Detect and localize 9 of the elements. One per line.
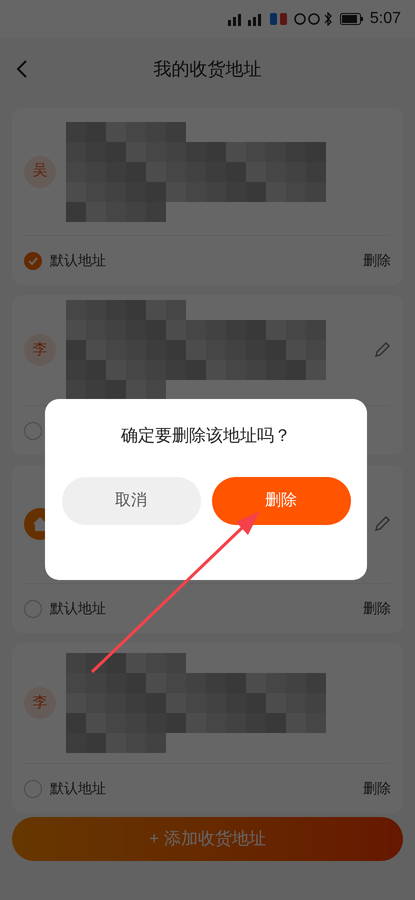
name-avatar: 李 xyxy=(24,687,56,719)
status-time: 5:07 xyxy=(370,9,401,29)
name-avatar: 李 xyxy=(24,334,56,366)
default-label: 默认地址 xyxy=(50,779,106,798)
page-title: 我的收货地址 xyxy=(152,58,262,80)
default-label: 默认地址 xyxy=(50,251,106,270)
dialog-message: 确定要删除该地址吗？ xyxy=(121,425,291,447)
name-avatar: 吴 xyxy=(24,156,56,188)
default-label: 默认地址 xyxy=(50,599,106,618)
